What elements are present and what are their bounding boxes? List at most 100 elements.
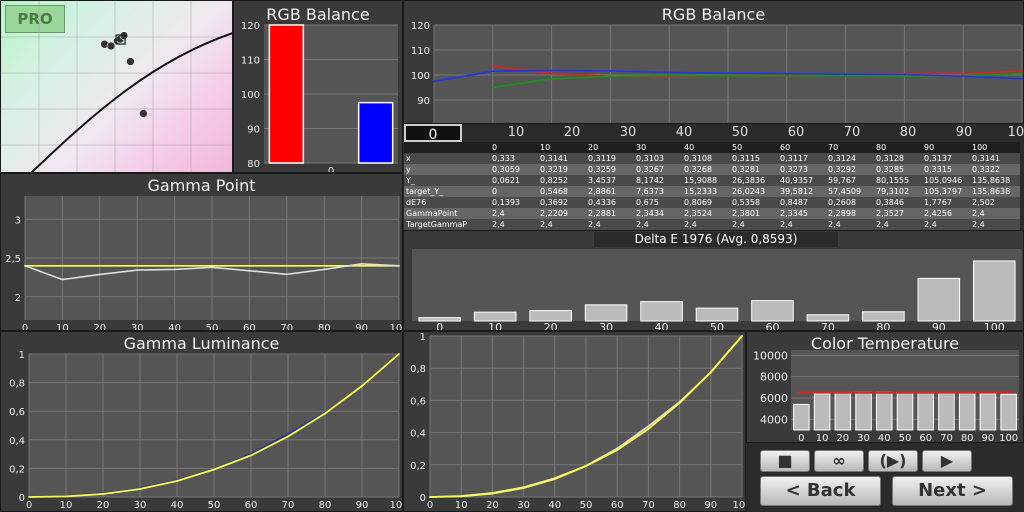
rgb-series-line-point — [727, 74, 729, 77]
x-tick-label: 50 — [206, 323, 219, 331]
table-row: TargetGammaP 2,4 2,4 2,4 2,4 2,4 2,4 2,4 2,4 2,4 2… — [404, 219, 1020, 230]
gamma-luminance-line-point — [324, 412, 326, 415]
table-cell: 20 — [588, 143, 599, 152]
x-tick-label: 20 — [836, 433, 849, 443]
gamma-point-line-point — [323, 268, 326, 271]
next-button[interactable]: Next > — [892, 476, 1013, 506]
gamma-luminance-chart: 0 10 20 30 40 50 60 70 80 90 100 0 0,2 0,4 0,6 0,8 1 — [9, 350, 402, 511]
table-cell: 0,3119 — [588, 154, 616, 163]
gamma-curve-line-point — [429, 496, 431, 498]
delta-e-bar — [584, 304, 628, 322]
gamma-curve-line-point — [647, 427, 650, 430]
x-tick-label: 40 — [171, 500, 184, 511]
table-cell: 7,6373 — [636, 187, 664, 196]
x-tick-label: 20 — [486, 500, 499, 511]
table-cell: 0,3315 — [924, 165, 952, 174]
cie-measurement-point — [139, 109, 148, 118]
rgb-series-line-point — [491, 86, 494, 89]
table-cell: 0 — [492, 143, 498, 152]
back-button[interactable]: < Back — [760, 476, 881, 506]
cie-measurement-point — [126, 57, 135, 66]
gamma-point-line-point — [360, 262, 363, 265]
tab-point-40[interactable]: 40 — [656, 124, 712, 142]
tab-point-50[interactable]: 50 — [712, 124, 768, 142]
x-tick-label: 30 — [857, 433, 870, 443]
tab-point-60[interactable]: 60 — [768, 124, 824, 142]
y-tick-label: 120 — [241, 21, 260, 32]
tab-point-0[interactable]: 0 — [404, 124, 462, 143]
table-row-label: TargetGammaP — [406, 220, 468, 229]
y-tick-label: 0,4 — [9, 436, 25, 447]
table-cell: 0,1393 — [492, 198, 520, 207]
table-cell: 100 — [972, 143, 988, 152]
tab-point-30[interactable]: 30 — [600, 124, 656, 142]
play-button[interactable]: ▶ — [922, 450, 972, 472]
table-cell: 39,5812 — [780, 187, 814, 196]
x-tick-label: 40 — [655, 321, 669, 331]
rgb-series-line-point — [1021, 77, 1023, 80]
gamma-point-chart: 0 10 20 30 40 50 60 70 80 90 100 2 2,5 3 — [5, 196, 402, 331]
x-tick-label: 60 — [765, 321, 779, 331]
table-cell: 2,502 — [972, 198, 995, 207]
delta-e-panel: Delta E 1976 (Avg. 0,8593) 0 10 20 30 40 50 60… — [403, 230, 1024, 331]
table-cell: 2,4 — [540, 220, 553, 229]
y-tick-label: 0,2 — [9, 464, 25, 475]
tab-point-10[interactable]: 10 — [488, 124, 544, 142]
tab-point-90[interactable]: 90 — [936, 124, 992, 142]
measurement-point-tabs: 0 102030405060708090100 — [404, 124, 1024, 143]
gamma-point-line-point — [98, 273, 101, 276]
tab-point-80[interactable]: 80 — [880, 124, 936, 142]
color-temp-bar — [958, 392, 976, 431]
table-cell: 15,2333 — [684, 187, 718, 196]
table-cell: 30 — [636, 143, 647, 152]
loop-button[interactable]: ∞ — [814, 450, 864, 472]
table-row: GammaPoint 2,4 2,2209 2,2881 2,3434 2,3524 2,3… — [404, 208, 1020, 219]
gamma-point-line-point — [136, 264, 139, 267]
x-tick-label: 90 — [982, 433, 995, 443]
table-cell: 135,8638 — [972, 187, 1011, 196]
table-row-label: x — [406, 154, 411, 163]
stop-button[interactable]: ■ — [760, 450, 810, 472]
y-tick-label: 100 — [411, 71, 430, 82]
gamma-point-line-point — [285, 264, 288, 267]
table-cell: 105,0946 — [924, 176, 963, 185]
table-cell: 2,4 — [636, 220, 649, 229]
x-tick-label: 60 — [611, 500, 624, 511]
x-tick-label: 0 — [798, 433, 804, 443]
rgb-balance-line-chart: 90 100 110 120 — [411, 21, 1023, 123]
table-row-label: dE76 — [406, 198, 427, 207]
table-cell: 0,3292 — [828, 165, 856, 174]
x-tick-label: 70 — [280, 323, 293, 331]
tab-point-70[interactable]: 70 — [824, 124, 880, 142]
gamma-luminance-line-point — [287, 433, 289, 435]
y-tick-label: 6000 — [760, 392, 788, 405]
rgb-series-line-point — [550, 72, 553, 75]
gamma-point-line-point — [211, 264, 213, 267]
gamma-luminance-panel: Gamma Luminance 010203040506070809010000… — [0, 331, 403, 512]
tab-point-100[interactable]: 100 — [992, 124, 1024, 142]
table-cell: 0,0621 — [492, 176, 520, 185]
y-tick-label: 1 — [420, 332, 426, 343]
table-cell: 0,675 — [636, 198, 659, 207]
tab-point-20[interactable]: 20 — [544, 124, 600, 142]
gamma-curve-line-point — [553, 478, 556, 480]
table-cell: 0,3322 — [972, 165, 1000, 174]
gamma-point-line-point — [136, 269, 139, 272]
rgb-series-line-point — [491, 65, 494, 68]
table-cell: 10 — [540, 143, 551, 152]
x-tick-label: 80 — [318, 323, 331, 331]
y-tick-label: 0,8 — [410, 364, 426, 375]
rgb-series-line-point — [727, 72, 729, 74]
measurement-table: 0 10 20 30 40 50 60 70 80 90 100 x 0,333 0,3141 0,3119… — [404, 142, 1020, 230]
table-row: y 0,3059 0,3219 0,3259 0,3267 0,3268 0,3281 0,3… — [404, 164, 1020, 175]
table-row: x 0,333 0,3141 0,3119 0,3103 0,3108 0,3115 0,31… — [404, 153, 1020, 164]
x-tick-label: 90 — [704, 500, 717, 511]
table-cell: 0,3137 — [924, 154, 952, 163]
table-cell: 0,3219 — [540, 165, 568, 174]
x-tick-label: 90 — [356, 500, 369, 511]
table-cell: 0,3285 — [876, 165, 904, 174]
gamma-luminance-line-point — [398, 353, 400, 355]
rgb-series-line-point — [962, 72, 965, 75]
table-cell: 2,4 — [732, 220, 745, 229]
step-play-button[interactable]: (▶) — [868, 450, 918, 472]
